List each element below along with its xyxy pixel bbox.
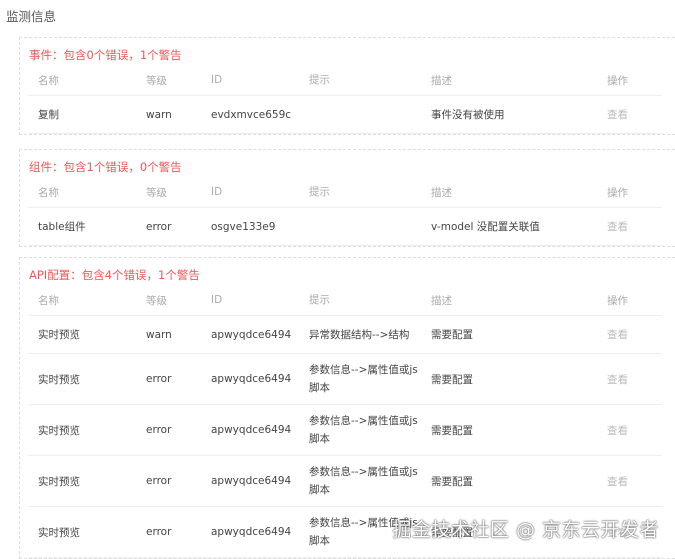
cell-desc: 需要配置 bbox=[431, 424, 473, 437]
cell-desc: 需要配置 bbox=[431, 373, 473, 386]
cell-name: 实时预览 bbox=[38, 329, 80, 341]
column-header: 等级 bbox=[146, 186, 167, 199]
watermark: 掘金技术社区 @ 京东云开发者 bbox=[392, 519, 659, 541]
cell-hint: 异常数据结构-->结构 bbox=[309, 328, 410, 341]
cell-id: apwyqdce6494 bbox=[211, 424, 292, 436]
column-header: ID bbox=[211, 294, 223, 306]
column-header: ID bbox=[211, 186, 223, 198]
cell-name: 实时预览 bbox=[38, 424, 80, 437]
cell-desc: 需要配置 bbox=[431, 475, 473, 488]
column-header: 等级 bbox=[146, 294, 167, 307]
cell-name: 实时预览 bbox=[38, 373, 80, 386]
cell-level: error bbox=[146, 424, 172, 436]
section-title: 事件：包含0个错误，1个警告 bbox=[29, 48, 182, 62]
cell-level: error bbox=[146, 373, 172, 385]
column-header: 名称 bbox=[38, 186, 59, 199]
view-button[interactable]: 查看 bbox=[597, 107, 657, 122]
cell-name: 复制 bbox=[38, 109, 59, 121]
table-row: 实时预览 warn apwyqdce6494 异常数据结构-->结构 需要配置 … bbox=[28, 316, 662, 354]
column-header: 提示 bbox=[309, 186, 330, 198]
view-button[interactable]: 查看 bbox=[597, 372, 657, 387]
column-header: 提示 bbox=[309, 294, 330, 306]
column-header: 操作 bbox=[607, 74, 628, 87]
cell-name: 实时预览 bbox=[38, 526, 80, 539]
cell-id: osgve133e9 bbox=[211, 220, 276, 233]
column-header: 描述 bbox=[431, 74, 452, 87]
cell-level: warn bbox=[146, 108, 172, 121]
table-row: 实时预览 error apwyqdce6494 参数信息-->属性值或js脚本 … bbox=[28, 456, 662, 507]
table-header: 名称 等级 ID 提示 描述 操作 bbox=[28, 65, 662, 96]
cell-desc: 需要配置 bbox=[431, 329, 473, 341]
column-header: 操作 bbox=[607, 294, 628, 307]
column-header: 提示 bbox=[309, 74, 330, 86]
section-title: 组件：包含1个错误，0个警告 bbox=[29, 160, 182, 174]
cell-id: apwyqdce6494 bbox=[211, 526, 292, 538]
section-card: 组件：包含1个错误，0个警告名称 等级 ID 提示 描述 操作 table组件 error… bbox=[19, 149, 675, 247]
view-button[interactable]: 查看 bbox=[597, 474, 657, 489]
view-button[interactable]: 查看 bbox=[597, 423, 657, 438]
cell-desc: v-model 没配置关联值 bbox=[431, 221, 540, 233]
cell-hint: 参数信息-->属性值或js脚本 bbox=[309, 415, 418, 445]
table-header: 名称 等级 ID 提示 描述 操作 bbox=[28, 177, 662, 208]
table-row: table组件 error osgve133e9 v-model 没配置关联值 … bbox=[28, 208, 662, 246]
cell-hint: 参数信息-->属性值或js脚本 bbox=[309, 364, 418, 394]
cell-name: 实时预览 bbox=[38, 475, 80, 488]
view-button[interactable]: 查看 bbox=[597, 327, 657, 342]
cell-id: evdxmvce659c bbox=[211, 108, 292, 121]
table-row: 实时预览 error apwyqdce6494 参数信息-->属性值或js脚本 … bbox=[28, 405, 662, 456]
cell-id: apwyqdce6494 bbox=[211, 373, 292, 385]
table-row: 实时预览 error apwyqdce6494 参数信息-->属性值或js脚本 … bbox=[28, 354, 662, 405]
column-header: 名称 bbox=[38, 294, 59, 307]
column-header: ID bbox=[211, 74, 223, 86]
cell-name: table组件 bbox=[38, 221, 86, 233]
column-header: 等级 bbox=[146, 74, 167, 87]
cell-hint: 参数信息-->属性值或js脚本 bbox=[309, 466, 418, 496]
table-row: 复制 warn evdxmvce659c 事件没有被使用 查看 bbox=[28, 96, 662, 134]
view-button[interactable]: 查看 bbox=[597, 219, 657, 234]
section-card: API配置：包含4个错误，1个警告名称 等级 ID 提示 描述 操作 实时预览 warn … bbox=[19, 257, 675, 559]
column-header: 名称 bbox=[38, 74, 59, 87]
cell-id: apwyqdce6494 bbox=[211, 475, 292, 487]
cell-desc: 事件没有被使用 bbox=[431, 109, 505, 121]
cell-level: warn bbox=[146, 328, 172, 341]
column-header: 操作 bbox=[607, 186, 628, 199]
page-title: 监测信息 bbox=[6, 9, 57, 24]
cell-level: error bbox=[146, 220, 172, 233]
column-header: 描述 bbox=[431, 186, 452, 199]
cell-level: error bbox=[146, 526, 172, 538]
section-card: 事件：包含0个错误，1个警告名称 等级 ID 提示 描述 操作 复制 warn evdxm… bbox=[19, 37, 675, 135]
column-header: 描述 bbox=[431, 294, 452, 307]
table-header: 名称 等级 ID 提示 描述 操作 bbox=[28, 285, 662, 316]
section-title: API配置：包含4个错误，1个警告 bbox=[29, 268, 200, 282]
cell-level: error bbox=[146, 475, 172, 487]
cell-id: apwyqdce6494 bbox=[211, 328, 292, 341]
